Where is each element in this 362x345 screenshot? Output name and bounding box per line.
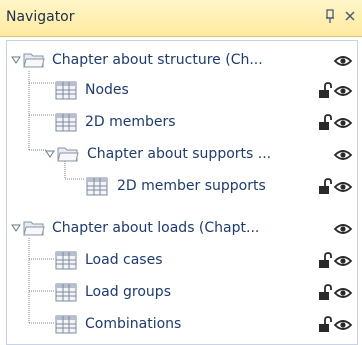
navigator-tree: Chapter about structure (Ch... Nodes 2D … xyxy=(6,40,358,345)
expand-arrow-icon[interactable] xyxy=(11,55,21,65)
tree-item-chapter-supports[interactable]: Chapter about supports ... xyxy=(7,139,357,171)
eye-icon[interactable] xyxy=(333,83,353,99)
lock-open-icon[interactable] xyxy=(317,315,333,335)
tree-item-combinations[interactable]: Combinations xyxy=(7,309,357,341)
lock-open-icon[interactable] xyxy=(317,283,333,303)
lock-open-icon[interactable] xyxy=(317,113,333,133)
folder-icon xyxy=(23,219,45,237)
lock-open-icon[interactable] xyxy=(317,251,333,271)
tree-item-chapter-loads[interactable]: Chapter about loads (Chapt... xyxy=(7,213,357,245)
table-icon xyxy=(55,315,77,335)
eye-icon[interactable] xyxy=(333,253,353,269)
table-icon xyxy=(55,113,77,133)
table-icon xyxy=(86,177,108,197)
eye-icon[interactable] xyxy=(333,115,353,131)
tree-item-label: Nodes xyxy=(85,82,129,98)
navigator-titlebar: Navigator xyxy=(0,0,362,37)
tree-item-chapter-structure[interactable]: Chapter about structure (Ch... xyxy=(7,45,357,77)
folder-icon xyxy=(23,51,45,69)
tree-item-2d-members[interactable]: 2D members xyxy=(7,107,357,139)
pin-icon[interactable] xyxy=(323,7,339,25)
close-icon[interactable] xyxy=(342,7,358,25)
tree-item-load-cases[interactable]: Load cases xyxy=(7,245,357,277)
tree-item-label: Chapter about loads (Chapt... xyxy=(52,220,260,236)
folder-icon xyxy=(57,145,79,163)
eye-icon[interactable] xyxy=(333,53,353,69)
eye-icon[interactable] xyxy=(333,221,353,237)
table-icon xyxy=(55,283,77,303)
lock-open-icon[interactable] xyxy=(317,81,333,101)
eye-icon[interactable] xyxy=(333,317,353,333)
tree-item-label: Combinations xyxy=(85,316,182,332)
eye-icon[interactable] xyxy=(333,147,353,163)
lock-open-icon[interactable] xyxy=(317,177,333,197)
table-icon xyxy=(55,81,77,101)
expand-arrow-icon[interactable] xyxy=(45,149,55,159)
tree-item-label: 2D member supports xyxy=(117,178,266,194)
tree-item-label: Chapter about supports ... xyxy=(87,146,272,162)
expand-arrow-icon[interactable] xyxy=(11,223,21,233)
tree-item-label: Load cases xyxy=(85,252,163,268)
tree-item-nodes[interactable]: Nodes xyxy=(7,75,357,107)
eye-icon[interactable] xyxy=(333,179,353,195)
tree-item-label: Chapter about structure (Ch... xyxy=(52,52,263,68)
tree-item-label: 2D members xyxy=(85,114,176,130)
table-icon xyxy=(55,251,77,271)
tree-item-2d-member-supports[interactable]: 2D member supports xyxy=(7,171,357,203)
tree-item-label: Load groups xyxy=(85,284,171,300)
tree-item-load-groups[interactable]: Load groups xyxy=(7,277,357,309)
navigator-panel: Navigator Chapter about structure (Ch...… xyxy=(0,0,362,345)
eye-icon[interactable] xyxy=(333,285,353,301)
panel-title: Navigator xyxy=(6,9,75,25)
